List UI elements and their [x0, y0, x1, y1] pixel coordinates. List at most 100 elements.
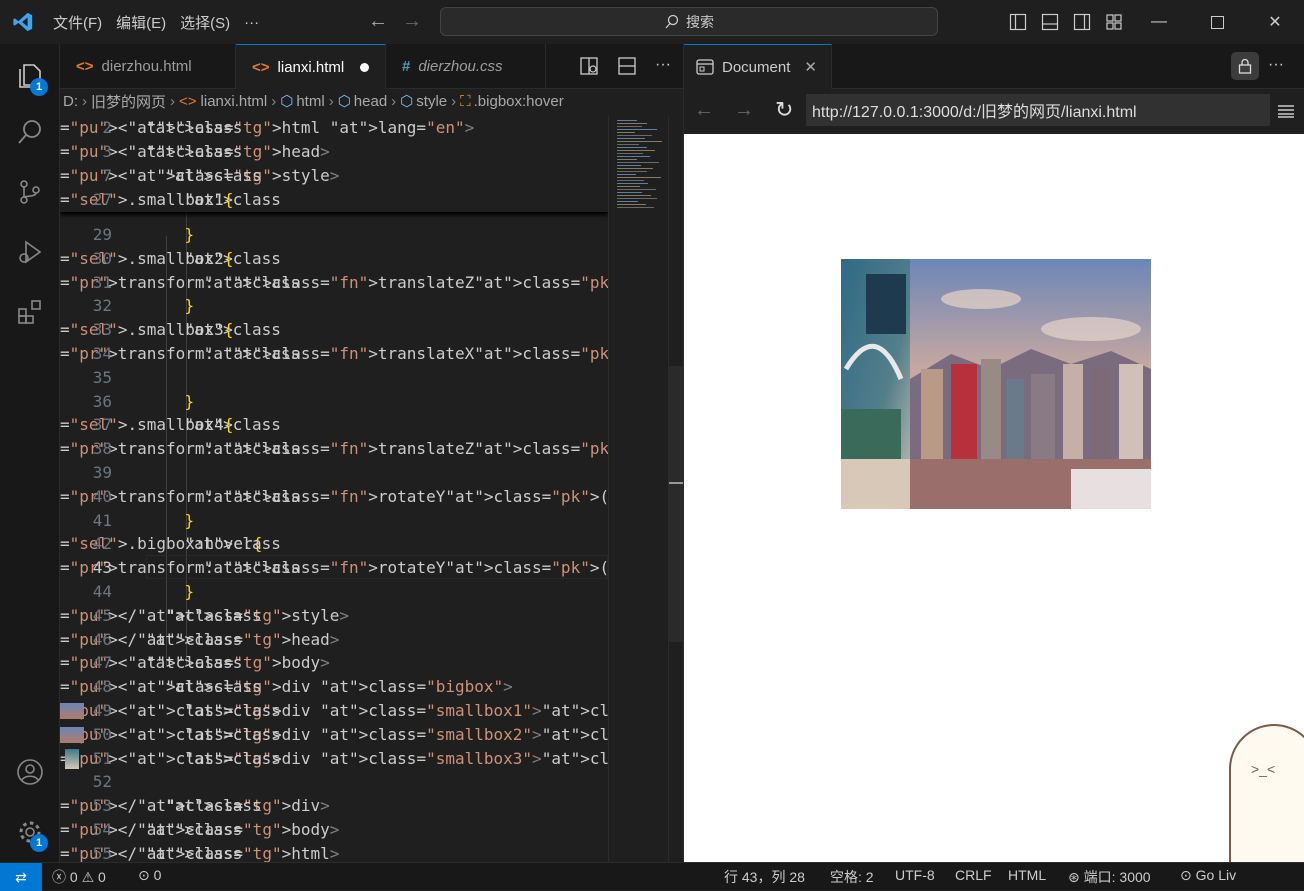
- editor-scrollbar[interactable]: [668, 116, 683, 862]
- browser-forward-icon[interactable]: →: [734, 99, 754, 122]
- close-tab-icon[interactable]: ✕: [804, 58, 817, 76]
- extensions-icon[interactable]: [0, 288, 60, 336]
- code-line[interactable]: 37 "at">class ="sel">.smallbox4{: [60, 413, 608, 437]
- code-line[interactable]: 54 "at">class ="pu"></"at">class="tg">body…: [60, 818, 608, 842]
- unsaved-dot-icon[interactable]: [360, 62, 370, 72]
- open-preview-icon[interactable]: [579, 56, 599, 76]
- ports-indicator[interactable]: ⊙ 0: [138, 867, 161, 884]
- code-line[interactable]: 53 "at">class ="pu"></"at">class="tg">div…: [60, 794, 608, 818]
- tab-lianxi-html[interactable]: <> lianxi.html: [236, 44, 386, 89]
- line-ending[interactable]: CRLF: [955, 867, 992, 883]
- account-icon[interactable]: [0, 748, 60, 796]
- code-line[interactable]: 29 }: [60, 223, 608, 247]
- toggle-panel-icon[interactable]: [1034, 13, 1066, 31]
- indentation[interactable]: 空格: 2: [830, 867, 874, 887]
- minimap[interactable]: [608, 116, 668, 862]
- preview-more-icon[interactable]: ···: [1268, 56, 1284, 74]
- code-line[interactable]: 41 }: [60, 509, 608, 533]
- breadcrumb-head[interactable]: head: [354, 93, 387, 110]
- sticky-line[interactable]: 2 "at">class ="pu"><"at">class="tg">html "…: [60, 116, 608, 140]
- go-live[interactable]: ⊙ Go Liv: [1180, 867, 1236, 884]
- encoding[interactable]: UTF-8: [895, 867, 935, 883]
- code-line[interactable]: 35: [60, 366, 608, 390]
- code-line[interactable]: 44 }: [60, 580, 608, 604]
- sticky-line[interactable]: 7 "at">class ="pu"><"at">class="tg">style…: [60, 164, 608, 188]
- menu-file[interactable]: 文件(F): [46, 12, 109, 33]
- breadcrumb-html[interactable]: html: [296, 93, 324, 110]
- code-line[interactable]: 49 "at">class="pu"><"at">class="tg">div …: [60, 699, 608, 723]
- minimap-line: [617, 156, 650, 157]
- url-input[interactable]: http://127.0.0.1:3000/d:/旧梦的网页/lianxi.ht…: [806, 94, 1270, 126]
- sticky-line[interactable]: 3 "at">class ="pu"><"at">class="tg">head>: [60, 140, 608, 164]
- code-line[interactable]: 33 "at">class ="sel">.smallbox3{: [60, 318, 608, 342]
- menu-edit[interactable]: 编辑(E): [109, 12, 173, 33]
- code-line[interactable]: 36 }: [60, 390, 608, 414]
- explorer-icon[interactable]: 1: [0, 52, 60, 100]
- code-line[interactable]: 51 "at">class="pu"><"at">class="tg">div …: [60, 747, 608, 771]
- sticky-line[interactable]: 27 "at">class ="sel">.smallbox1{: [60, 188, 608, 212]
- tab-document[interactable]: Document ✕: [684, 44, 832, 89]
- minimap-line: [617, 198, 657, 199]
- language-mode[interactable]: HTML: [1008, 867, 1046, 883]
- code-line[interactable]: 46 "at">class ="pu"></"at">class="tg">head…: [60, 628, 608, 652]
- breadcrumb-selector[interactable]: .bigbox:hover: [474, 93, 564, 110]
- split-editor-icon[interactable]: [617, 56, 637, 76]
- code-line[interactable]: 55 "at">class ="pu"></"at">class="tg">html…: [60, 842, 608, 862]
- run-debug-icon[interactable]: [0, 228, 60, 276]
- back-arrow-icon[interactable]: ←: [368, 10, 388, 33]
- source-control-icon[interactable]: [0, 168, 60, 216]
- manage-gear-icon[interactable]: 1: [0, 808, 60, 856]
- lock-group-icon[interactable]: [1231, 52, 1259, 80]
- close-icon[interactable]: ✕: [1246, 12, 1304, 32]
- tab-label: dierzhou.html: [101, 58, 192, 75]
- command-search[interactable]: 搜索: [440, 7, 938, 36]
- server-port[interactable]: ⊛ 端口: 3000: [1068, 867, 1151, 887]
- menu-select[interactable]: 选择(S): [173, 12, 237, 33]
- code-line[interactable]: 31 "at">class ="pr">transform: "at">class…: [60, 271, 608, 295]
- minimize-icon[interactable]: —: [1130, 13, 1188, 31]
- code-line[interactable]: 47 "at">class ="pu"><"at">class="tg">body>: [60, 651, 608, 675]
- breadcrumb-file[interactable]: lianxi.html: [201, 93, 268, 110]
- tab-dierzhou-css[interactable]: # dierzhou.css: [386, 44, 546, 89]
- breadcrumb-folder[interactable]: 旧梦的网页: [91, 91, 166, 112]
- breadcrumb-drive[interactable]: D:: [63, 93, 78, 110]
- code-line[interactable]: 30 "at">class ="sel">.smallbox2{: [60, 247, 608, 271]
- image-thumbnail: [60, 703, 84, 719]
- problems-indicator[interactable]: ⓧ 0 ⚠ 0: [52, 867, 106, 887]
- forward-arrow-icon[interactable]: →: [402, 10, 422, 33]
- breadcrumb-style[interactable]: style: [416, 93, 447, 110]
- activity-bar: 1 1: [0, 44, 60, 862]
- scrollbar-thumb[interactable]: [669, 366, 683, 642]
- code-line[interactable]: 38 "at">class ="pr">transform: "at">class…: [60, 437, 608, 461]
- code-line[interactable]: 48 "at">class ="pu"><"at">class="tg">div …: [60, 675, 608, 699]
- menu-more[interactable]: ···: [237, 14, 266, 31]
- code-line[interactable]: 45 "at">class ="pu"></"at">class="tg">sty…: [60, 604, 608, 628]
- code-line[interactable]: 39: [60, 461, 608, 485]
- more-actions-icon[interactable]: ···: [655, 56, 671, 76]
- toggle-secondary-sidebar-icon[interactable]: [1066, 13, 1098, 31]
- code-line[interactable]: 34 "at">class ="pr">transform: "at">class…: [60, 342, 608, 366]
- code-line[interactable]: 43 "at">class ="pr">transform: "at">class…: [60, 556, 608, 580]
- remote-indicator-icon[interactable]: ⇄: [0, 863, 42, 891]
- code-editor[interactable]: 2 "at">class ="pu"><"at">class="tg">html "…: [60, 116, 608, 862]
- tab-dierzhou-html[interactable]: <> dierzhou.html: [60, 44, 236, 89]
- search-view-icon[interactable]: [0, 108, 60, 156]
- minimap-line: [617, 204, 646, 205]
- broadcast-icon: ⊙: [138, 867, 150, 883]
- rendered-page[interactable]: >_<: [684, 134, 1304, 862]
- reload-icon[interactable]: ↻: [775, 97, 793, 123]
- code-line[interactable]: 50 "at">class="pu"><"at">class="tg">div …: [60, 723, 608, 747]
- sticky-scroll-header[interactable]: 2 "at">class ="pu"><"at">class="tg">html "…: [60, 116, 608, 212]
- code-line[interactable]: 40 "at">class ="pr">transform: "at">class…: [60, 485, 608, 509]
- cursor-position[interactable]: 行 43，列 28: [724, 867, 805, 887]
- toggle-sidebar-icon[interactable]: [1002, 13, 1034, 31]
- code-line[interactable]: 32 }: [60, 294, 608, 318]
- code-line[interactable]: 52: [60, 770, 608, 794]
- minimap-line: [617, 135, 652, 136]
- browser-back-icon[interactable]: ←: [694, 99, 714, 122]
- minimap-line: [617, 180, 644, 181]
- code-line[interactable]: 42 "at">class ="sel">.bigbox:hover{: [60, 532, 608, 556]
- customize-layout-icon[interactable]: [1098, 13, 1130, 31]
- browser-menu-icon[interactable]: [1278, 104, 1294, 118]
- maximize-icon[interactable]: [1188, 15, 1246, 29]
